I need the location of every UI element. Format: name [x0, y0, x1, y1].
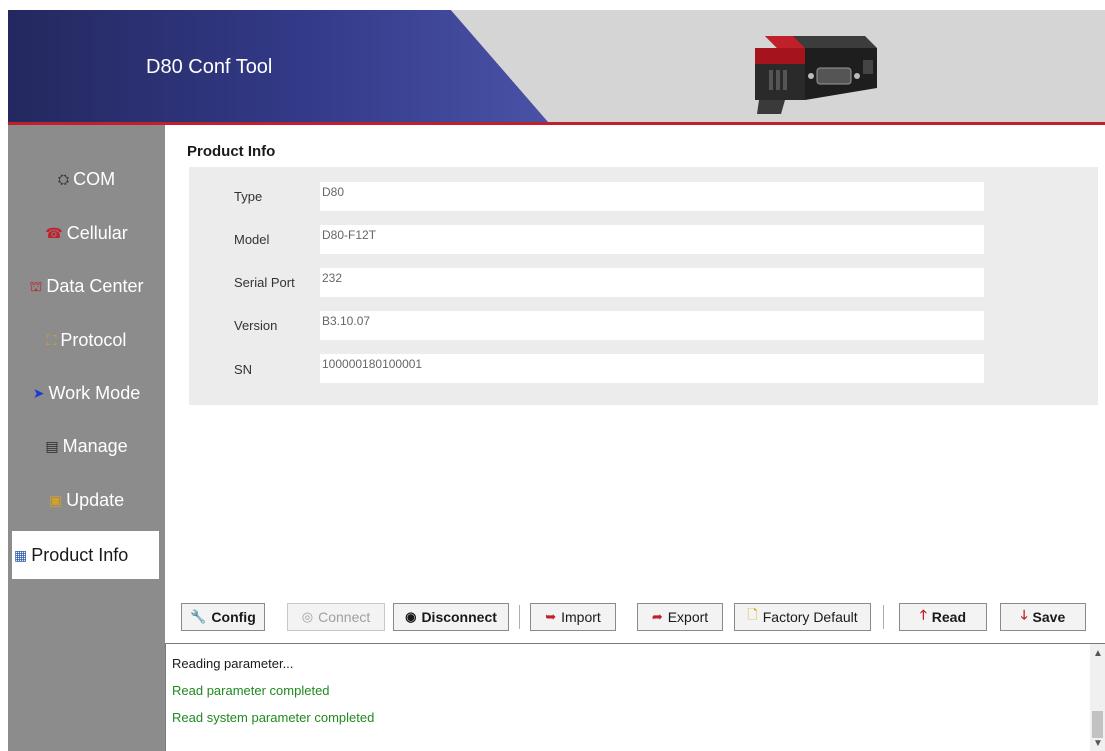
record-icon: ◉	[405, 609, 417, 624]
version-field[interactable]: B3.10.07	[320, 311, 984, 340]
sidebar-item-cellular[interactable]: ☎ Cellular	[8, 209, 165, 257]
import-icon: ➥	[545, 609, 557, 624]
sidebar-item-label: Update	[66, 489, 125, 510]
scroll-up-icon[interactable]: ▲	[1093, 648, 1103, 659]
version-label: Version	[234, 318, 278, 333]
sidebar-item-work-mode[interactable]: ➤ Work Mode	[8, 369, 165, 417]
arrow-icon: ➤	[32, 385, 45, 401]
app-header: D80 Conf Tool	[8, 10, 1105, 122]
sidebar-item-label: Data Center	[46, 275, 144, 296]
app-title: D80 Conf Tool	[146, 56, 273, 78]
save-button[interactable]: 🡓 Save	[1000, 603, 1086, 631]
manage-icon: ▤	[45, 438, 59, 454]
toolbar: 🔧 Config ◎ Connect ◉ Disconnect ➥ Import…	[165, 595, 1105, 643]
wrench-icon: 🔧	[190, 609, 207, 624]
sidebar-item-label: Work Mode	[48, 382, 141, 403]
product-info-icon: ▦	[14, 547, 28, 563]
sidebar-item-com[interactable]: ⛭ COM	[8, 155, 165, 203]
window-top-margin	[0, 0, 1105, 10]
type-field[interactable]: D80	[320, 182, 984, 211]
model-field[interactable]: D80-F12T	[320, 225, 984, 254]
connect-icon: ◎	[301, 609, 314, 624]
product-info-panel: Type D80 Model D80-F12T Serial Port 232 …	[189, 167, 1098, 405]
log-scrollbar[interactable]: ▲ ▼	[1090, 643, 1105, 751]
network-icon: ⛫	[29, 278, 43, 294]
sidebar-item-manage[interactable]: ▤ Manage	[8, 422, 165, 470]
toolbar-separator	[519, 605, 520, 629]
sidebar-item-product-info[interactable]: ▦ Product Info	[12, 531, 159, 579]
document-icon: 🗋	[747, 607, 758, 622]
config-button[interactable]: 🔧 Config	[181, 603, 265, 631]
sidebar-item-data-center[interactable]: ⛫ Data Center	[8, 262, 165, 310]
sidebar: ⛭ COM ☎ Cellular ⛫ Data Center ⛶ Protoco…	[8, 125, 165, 751]
sidebar-item-label: COM	[73, 168, 116, 189]
sidebar-item-update[interactable]: ▣ Update	[8, 476, 165, 524]
import-button[interactable]: ➥ Import	[530, 603, 616, 631]
sidebar-item-label: Product Info	[31, 544, 129, 565]
read-button[interactable]: 🡑 Read	[899, 603, 987, 631]
protocol-icon: ⛶	[46, 332, 57, 348]
scroll-thumb[interactable]	[1092, 711, 1103, 738]
toolbar-separator	[883, 605, 884, 629]
connect-button[interactable]: ◎ Connect	[287, 603, 385, 631]
sidebar-item-label: Manage	[62, 435, 128, 456]
serial-port-field[interactable]: 232	[320, 268, 984, 297]
log-line: Read system parameter completed	[172, 710, 375, 725]
sidebar-item-label: Protocol	[60, 329, 127, 350]
update-icon: ▣	[48, 492, 63, 508]
factory-default-button[interactable]: 🗋 Factory Default	[734, 603, 871, 631]
phone-icon: ☎	[45, 225, 63, 241]
type-label: Type	[234, 189, 263, 204]
log-line: Reading parameter...	[172, 656, 294, 671]
header-banner	[8, 10, 548, 122]
main-content: Product Info Type D80 Model D80-F12T Ser…	[165, 125, 1105, 595]
log-output[interactable]: Reading parameter... Read parameter comp…	[165, 643, 1090, 751]
sidebar-item-label: Cellular	[66, 222, 128, 243]
sidebar-item-protocol[interactable]: ⛶ Protocol	[8, 316, 165, 364]
scroll-down-icon[interactable]: ▼	[1093, 738, 1103, 749]
arrow-up-icon: 🡑	[920, 607, 927, 622]
arrow-down-icon: 🡓	[1020, 607, 1028, 622]
com-icon: ⛭	[57, 171, 70, 187]
export-icon: ➦	[651, 609, 663, 624]
disconnect-button[interactable]: ◉ Disconnect	[393, 603, 509, 631]
log-line: Read parameter completed	[172, 683, 330, 698]
export-button[interactable]: ➦ Export	[637, 603, 723, 631]
serial-port-label: Serial Port	[234, 275, 295, 290]
section-title: Product Info	[187, 143, 276, 160]
sn-label: SN	[234, 362, 253, 377]
sn-field[interactable]: 100000180100001	[320, 354, 984, 383]
model-label: Model	[234, 232, 270, 247]
device-image	[755, 36, 877, 114]
